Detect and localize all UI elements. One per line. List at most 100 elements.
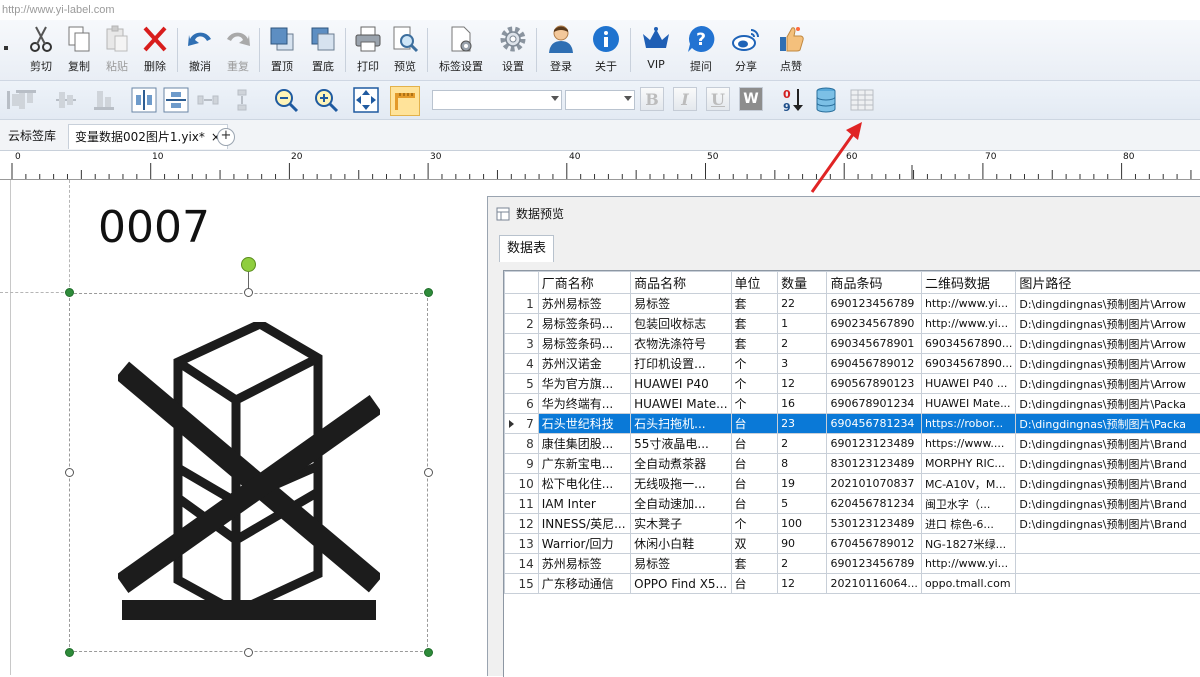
table-cell[interactable]: 690123123489: [827, 434, 921, 454]
distribute-vertical-icon[interactable]: [228, 86, 256, 114]
align-top-icon[interactable]: [12, 86, 40, 114]
table-cell[interactable]: 台: [731, 574, 778, 594]
table-cell[interactable]: 康佳集团股...: [538, 434, 630, 454]
preview-button[interactable]: 预览: [386, 24, 424, 76]
column-header[interactable]: 数量: [778, 272, 827, 294]
resize-handle-bottom[interactable]: [244, 648, 253, 657]
resize-handle-left[interactable]: [65, 468, 74, 477]
table-cell[interactable]: 20210116064...: [827, 574, 921, 594]
row-number[interactable]: 11: [505, 494, 539, 514]
table-cell[interactable]: 55寸液晶电...: [631, 434, 731, 454]
table-cell[interactable]: D:\dingdingnas\预制图片\Arrow: [1016, 314, 1200, 334]
like-button[interactable]: 点赞: [772, 24, 810, 76]
table-cell[interactable]: HUAWEI Mate...: [921, 394, 1015, 414]
table-cell[interactable]: 5: [778, 494, 827, 514]
row-number[interactable]: 14: [505, 554, 539, 574]
toolbar-grip[interactable]: [4, 46, 8, 50]
font-family-select[interactable]: [432, 90, 562, 110]
paste-button[interactable]: 粘贴: [98, 24, 136, 76]
table-cell[interactable]: 690678901234: [827, 394, 921, 414]
table-row[interactable]: 9广东新宝电...全自动煮茶器台8830123123489MORPHY RIC.…: [505, 454, 1200, 474]
table-cell[interactable]: 易标签: [631, 554, 731, 574]
ruler-toggle-icon[interactable]: [390, 86, 420, 116]
table-cell[interactable]: 1: [778, 314, 827, 334]
sort-digits-icon[interactable]: 09: [780, 86, 808, 114]
table-cell[interactable]: 衣物洗涤符号: [631, 334, 731, 354]
table-cell[interactable]: 苏州易标签: [538, 294, 630, 314]
vip-button[interactable]: VIP: [637, 24, 675, 76]
table-cell[interactable]: 个: [731, 514, 778, 534]
table-cell[interactable]: D:\dingdingnas\预制图片\Arrow: [1016, 334, 1200, 354]
table-cell[interactable]: 套: [731, 334, 778, 354]
table-cell[interactable]: 打印机设置...: [631, 354, 731, 374]
table-cell[interactable]: [1016, 534, 1200, 554]
table-cell[interactable]: 3: [778, 354, 827, 374]
login-button[interactable]: 登录: [542, 24, 580, 76]
center-vertical-icon[interactable]: [162, 86, 190, 114]
row-number[interactable]: 3: [505, 334, 539, 354]
table-cell[interactable]: OPPO Find X5...: [631, 574, 731, 594]
table-cell[interactable]: D:\dingdingnas\预制图片\Brand: [1016, 494, 1200, 514]
table-cell[interactable]: IAM Inter: [538, 494, 630, 514]
table-cell[interactable]: 台: [731, 414, 778, 434]
table-cell[interactable]: 华为官方旗...: [538, 374, 630, 394]
database-icon[interactable]: [812, 86, 840, 114]
share-button[interactable]: 分享: [727, 24, 765, 76]
undo-button[interactable]: 撤消: [181, 24, 219, 76]
table-row[interactable]: 8康佳集团股...55寸液晶电...台2690123123489https://…: [505, 434, 1200, 454]
copy-button[interactable]: 复制: [60, 24, 98, 76]
send-to-back-button[interactable]: 置底: [304, 24, 342, 76]
ask-button[interactable]: ? 提问: [682, 24, 720, 76]
table-cell[interactable]: D:\dingdingnas\预制图片\Packa: [1016, 414, 1200, 434]
add-tab-button[interactable]: +: [217, 128, 235, 146]
redo-button[interactable]: 重复: [219, 24, 257, 76]
table-cell[interactable]: 无线吸拖一...: [631, 474, 731, 494]
table-cell[interactable]: 石头扫拖机...: [631, 414, 731, 434]
table-cell[interactable]: oppo.tmall.com: [921, 574, 1015, 594]
table-cell[interactable]: 华为终端有...: [538, 394, 630, 414]
row-number[interactable]: 13: [505, 534, 539, 554]
table-cell[interactable]: 23: [778, 414, 827, 434]
table-cell[interactable]: 19: [778, 474, 827, 494]
table-row[interactable]: 12INNESS/英尼...实木凳子个100530123123489进口 棕色-…: [505, 514, 1200, 534]
table-cell[interactable]: http://www.yi...: [921, 554, 1015, 574]
table-cell[interactable]: 100: [778, 514, 827, 534]
table-cell[interactable]: 12: [778, 374, 827, 394]
table-cell[interactable]: 69034567890...: [921, 334, 1015, 354]
table-cell[interactable]: D:\dingdingnas\预制图片\Arrow: [1016, 354, 1200, 374]
table-cell[interactable]: 广东移动通信: [538, 574, 630, 594]
table-cell[interactable]: 2: [778, 434, 827, 454]
resize-handle-right[interactable]: [424, 468, 433, 477]
table-cell[interactable]: 台: [731, 474, 778, 494]
table-cell[interactable]: 12: [778, 574, 827, 594]
row-number[interactable]: 1: [505, 294, 539, 314]
table-cell[interactable]: https://www....: [921, 434, 1015, 454]
label-settings-button[interactable]: 标签设置: [441, 24, 481, 76]
table-cell[interactable]: 包装回收标志: [631, 314, 731, 334]
table-cell[interactable]: 套: [731, 294, 778, 314]
word-wrap-button[interactable]: W: [739, 87, 763, 111]
column-header[interactable]: 单位: [731, 272, 778, 294]
table-cell[interactable]: NG-1827米绿...: [921, 534, 1015, 554]
table-row[interactable]: 1苏州易标签易标签套22690123456789http://www.yi...…: [505, 294, 1200, 314]
table-cell[interactable]: http://www.yi...: [921, 294, 1015, 314]
table-cell[interactable]: 广东新宝电...: [538, 454, 630, 474]
table-cell[interactable]: 690345678901: [827, 334, 921, 354]
center-horizontal-icon[interactable]: [130, 86, 158, 114]
table-row[interactable]: 2易标签条码...包装回收标志套1690234567890http://www.…: [505, 314, 1200, 334]
table-cell[interactable]: 8: [778, 454, 827, 474]
table-cell[interactable]: 套: [731, 554, 778, 574]
resize-handle-top[interactable]: [244, 288, 253, 297]
row-number[interactable]: 4: [505, 354, 539, 374]
table-cell[interactable]: [1016, 574, 1200, 594]
table-cell[interactable]: HUAWEI Mate...: [631, 394, 731, 414]
about-button[interactable]: 关于: [587, 24, 625, 76]
column-header[interactable]: 二维码数据: [921, 272, 1015, 294]
bring-to-front-button[interactable]: 置顶: [263, 24, 301, 76]
table-cell[interactable]: 2: [778, 334, 827, 354]
table-cell[interactable]: D:\dingdingnas\预制图片\Arrow: [1016, 294, 1200, 314]
zoom-out-icon[interactable]: [272, 86, 300, 114]
table-row[interactable]: 6华为终端有...HUAWEI Mate...个16690678901234HU…: [505, 394, 1200, 414]
table-cell[interactable]: HUAWEI P40: [631, 374, 731, 394]
label-number-text[interactable]: 0007: [98, 202, 210, 253]
